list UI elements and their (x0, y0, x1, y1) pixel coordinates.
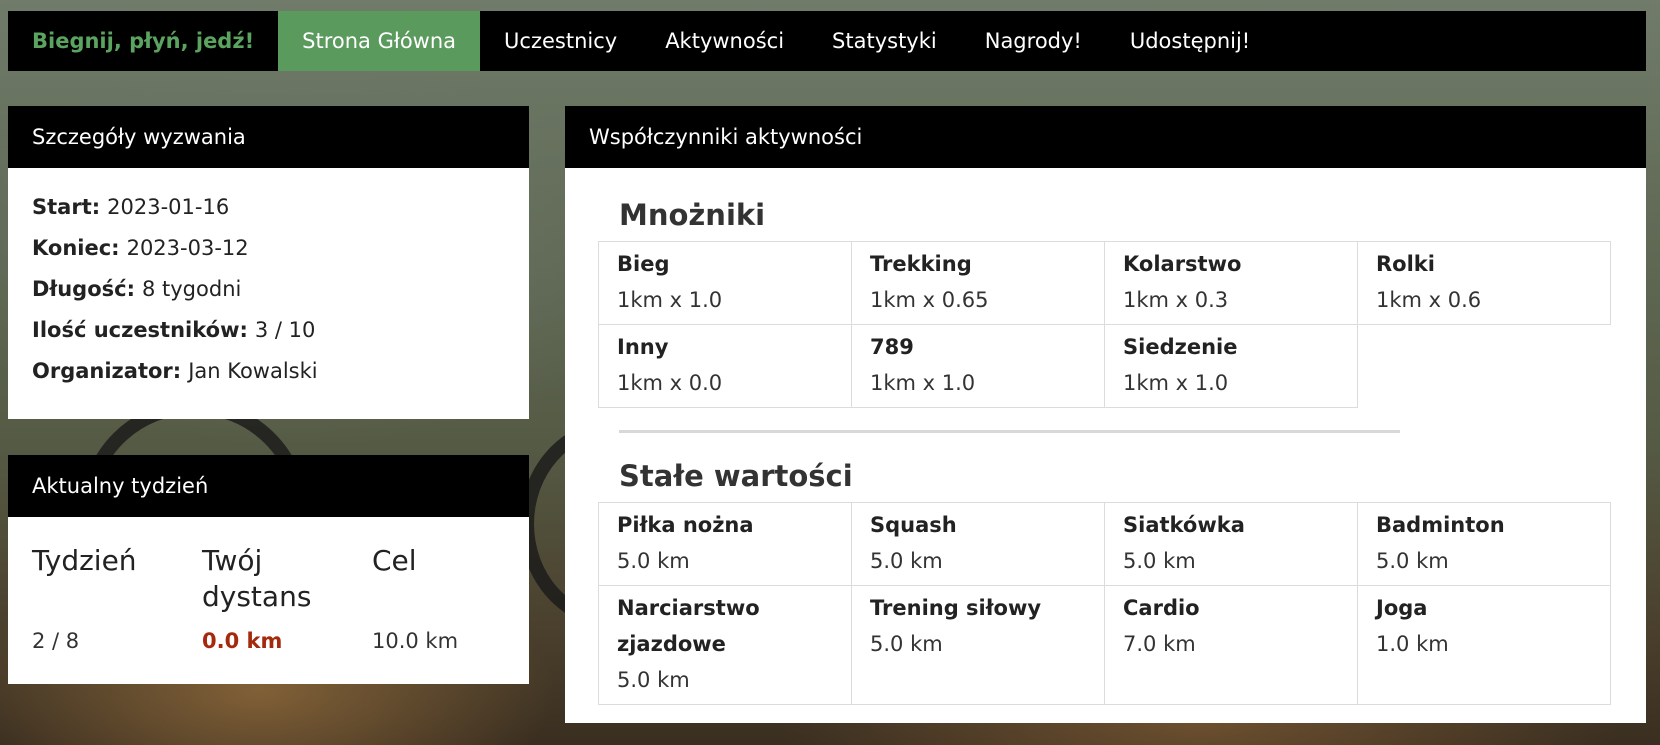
activity-distance: 5.0 km (870, 549, 943, 573)
activity-name: Siatkówka (1123, 513, 1245, 537)
participants-label: Ilość uczestników: (32, 317, 248, 342)
brand-logo[interactable]: Biegnij, płyń, jedź! (8, 11, 278, 71)
distance-header: Twój dystans (202, 544, 312, 613)
multipliers-table: Bieg 1km x 1.0 Trekking 1km x 0.65 Kolarst… (598, 241, 1646, 408)
week-header: Tydzień (32, 544, 137, 577)
multiplier-cell: Rolki 1km x 0.6 (1357, 241, 1611, 325)
activity-name: Rolki (1376, 252, 1435, 276)
activity-name: Trening siłowy (870, 596, 1042, 620)
nav-participants[interactable]: Uczestnicy (480, 11, 641, 71)
multiplier-cell: Inny 1km x 0.0 (598, 324, 852, 408)
constant-cell: Squash 5.0 km (851, 502, 1105, 586)
panel-title: Aktualny tydzień (8, 455, 529, 517)
activity-multiplier: 1km x 1.0 (870, 371, 976, 395)
activity-coefficients-panel: Współczynniki aktywności Mnożniki Bieg 1k… (565, 106, 1646, 723)
participants-row: Ilość uczestników: 3 / 10 (32, 309, 505, 350)
organizer-value: Jan Kowalski (188, 358, 318, 383)
constant-cell: Cardio 7.0 km (1104, 585, 1358, 705)
panel-title: Współczynniki aktywności (565, 106, 1646, 168)
constant-cell: Piłka nożna 5.0 km (598, 502, 852, 586)
activity-distance: 5.0 km (1123, 549, 1196, 573)
activity-distance: 7.0 km (1123, 632, 1196, 656)
activity-name: 789 (870, 335, 914, 359)
activity-distance: 1.0 km (1376, 632, 1449, 656)
activity-name: Cardio (1123, 596, 1200, 620)
activity-name: Joga (1376, 596, 1428, 620)
challenge-details-panel: Szczegóły wyzwania Start: 2023-01-16 Kon… (8, 106, 529, 419)
activity-multiplier: 1km x 0.65 (870, 288, 989, 312)
distance-value: 0.0 km (202, 629, 283, 653)
constant-cell: Badminton 5.0 km (1357, 502, 1611, 586)
activity-distance: 5.0 km (1376, 549, 1449, 573)
constant-cell: Siatkówka 5.0 km (1104, 502, 1358, 586)
start-value: 2023-01-16 (107, 194, 230, 219)
top-navbar: Biegnij, płyń, jedź! Strona Główna Uczes… (8, 11, 1646, 71)
goal-header: Cel (372, 544, 417, 577)
multiplier-cell: Kolarstwo 1km x 0.3 (1104, 241, 1358, 325)
activity-name: Inny (617, 335, 669, 359)
activity-name: Squash (870, 513, 957, 537)
activity-distance: 5.0 km (617, 668, 690, 692)
goal-value: 10.0 km (372, 629, 459, 653)
activity-name: Bieg (617, 252, 670, 276)
multiplier-cell: Bieg 1km x 1.0 (598, 241, 852, 325)
current-week-panel: Aktualny tydzień Tydzień Twój dystans Ce… (8, 455, 529, 684)
constant-cell: Trening siłowy 5.0 km (851, 585, 1105, 705)
activity-multiplier: 1km x 0.6 (1376, 288, 1482, 312)
activity-multiplier: 1km x 0.0 (617, 371, 723, 395)
constants-title: Stałe wartości (619, 459, 853, 493)
nav-awards[interactable]: Nagrody! (961, 11, 1106, 71)
activity-name: Trekking (870, 252, 972, 276)
activity-name: Kolarstwo (1123, 252, 1242, 276)
multiplier-cell: Siedzenie 1km x 1.0 (1104, 324, 1358, 408)
nav-share[interactable]: Udostępnij! (1106, 11, 1274, 71)
nav-home[interactable]: Strona Główna (278, 11, 481, 71)
activity-multiplier: 1km x 1.0 (617, 288, 723, 312)
length-label: Długość: (32, 276, 135, 301)
activity-name: Piłka nożna (617, 513, 754, 537)
organizer-row: Organizator: Jan Kowalski (32, 350, 505, 391)
constant-cell: Narciarstwo zjazdowe 5.0 km (598, 585, 852, 705)
challenge-details: Start: 2023-01-16 Koniec: 2023-03-12 Dłu… (8, 168, 529, 407)
activity-name: Badminton (1376, 513, 1505, 537)
length-row: Długość: 8 tygodni (32, 268, 505, 309)
activity-name: Narciarstwo zjazdowe (617, 596, 760, 656)
activity-distance: 5.0 km (870, 632, 943, 656)
constant-cell: Joga 1.0 km (1357, 585, 1611, 705)
end-value: 2023-03-12 (126, 235, 249, 260)
start-row: Start: 2023-01-16 (32, 186, 505, 227)
multipliers-title: Mnożniki (619, 198, 766, 232)
activity-name: Siedzenie (1123, 335, 1238, 359)
multiplier-cell: 789 1km x 1.0 (851, 324, 1105, 408)
activity-multiplier: 1km x 0.3 (1123, 288, 1229, 312)
panel-title: Szczegóły wyzwania (8, 106, 529, 168)
activity-distance: 5.0 km (617, 549, 690, 573)
start-label: Start: (32, 194, 101, 219)
week-value: 2 / 8 (32, 629, 80, 653)
multiplier-cell: Trekking 1km x 0.65 (851, 241, 1105, 325)
activity-multiplier: 1km x 1.0 (1123, 371, 1229, 395)
nav-activities[interactable]: Aktywności (641, 11, 808, 71)
nav-statistics[interactable]: Statystyki (808, 11, 961, 71)
week-table: Tydzień Twój dystans Cel 2 / 8 0.0 km 10… (8, 517, 529, 673)
end-label: Koniec: (32, 235, 120, 260)
end-row: Koniec: 2023-03-12 (32, 227, 505, 268)
organizer-label: Organizator: (32, 358, 182, 383)
constants-table: Piłka nożna 5.0 km Squash 5.0 km Siatkówka… (598, 502, 1646, 705)
participants-value: 3 / 10 (254, 317, 316, 342)
length-value: 8 tygodni (141, 276, 242, 301)
